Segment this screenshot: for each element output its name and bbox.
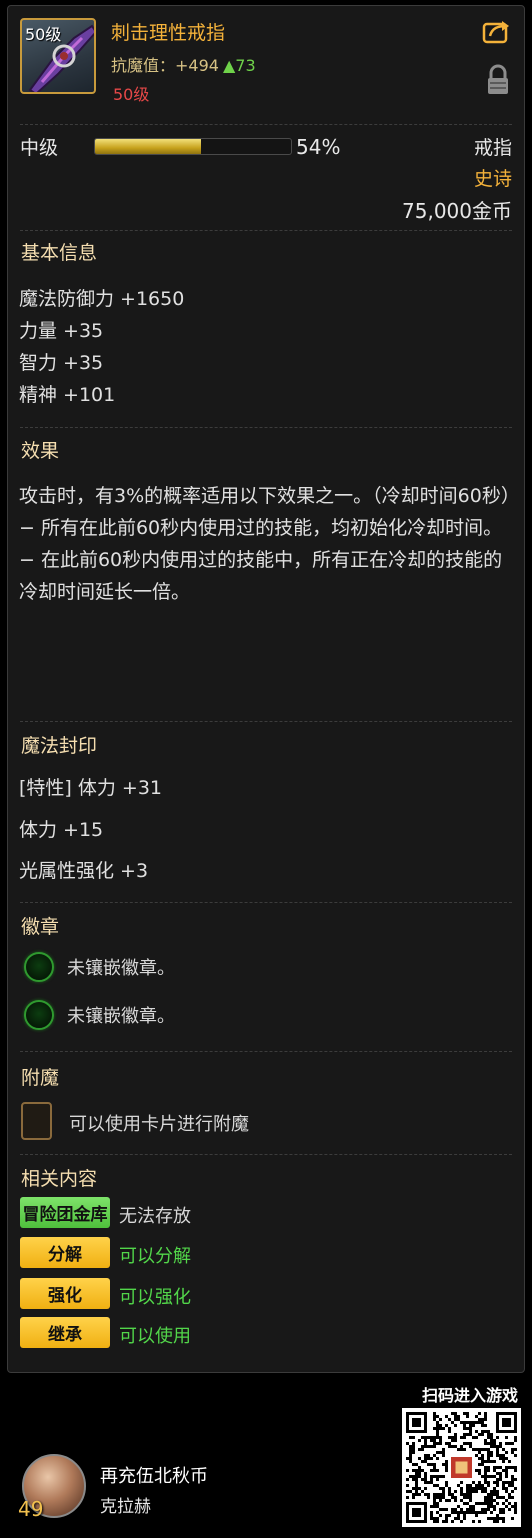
divider xyxy=(20,1051,512,1052)
divider xyxy=(20,427,512,428)
divider xyxy=(20,1154,512,1155)
emblem-slot-row[interactable]: 未镶嵌徽章。 xyxy=(24,1000,175,1030)
emblem-slot-icon xyxy=(24,1000,54,1030)
emblem-title: 徽章 xyxy=(21,916,60,938)
stat-line: 精神 +101 xyxy=(19,384,116,406)
item-name: 刺击理性戒指 xyxy=(111,22,226,44)
item-tooltip-panel: 50级 刺击理性戒指 抗魔值：+494 ▲73 50级 中级 54% 戒指 史诗 … xyxy=(7,5,525,1373)
ring-item-icon: 50级 xyxy=(20,18,96,94)
emblem-slot-text: 未镶嵌徽章。 xyxy=(67,958,175,979)
effect-description: 攻击时，有3%的概率适用以下效果之一。（冷却时间60秒） − 所有在此前60秒内… xyxy=(19,480,520,608)
related-value: 可以使用 xyxy=(119,1326,191,1347)
enchant-title: 附魔 xyxy=(21,1067,60,1089)
grade-percent: 54% xyxy=(296,135,341,159)
grade-progress-fill xyxy=(95,139,201,154)
related-tag: 继承 xyxy=(20,1317,110,1348)
emblem-slot-row[interactable]: 未镶嵌徽章。 xyxy=(24,952,175,982)
related-value: 无法存放 xyxy=(119,1206,191,1227)
related-title: 相关内容 xyxy=(21,1168,98,1190)
lock-icon[interactable] xyxy=(486,64,510,96)
related-value: 可以分解 xyxy=(119,1246,191,1267)
related-tag: 强化 xyxy=(20,1278,110,1309)
avatar-level: 49 xyxy=(18,1497,44,1521)
grade-label: 中级 xyxy=(20,137,59,159)
effect-title: 效果 xyxy=(21,440,60,462)
enchant-card-slot[interactable] xyxy=(21,1102,52,1140)
divider xyxy=(20,230,512,231)
stat-line: 力量 +35 xyxy=(19,320,104,342)
player-name: 再充伍北秋币 xyxy=(100,1466,208,1487)
seal-stat: 体力 +15 xyxy=(19,819,104,841)
server-name: 克拉赫 xyxy=(100,1497,151,1517)
resist-value: 抗魔值：+494 ▲73 xyxy=(111,52,256,76)
resist-label: 抗魔值： xyxy=(111,56,176,75)
related-tag: 分解 xyxy=(20,1237,110,1268)
effect-line: − 在此前60秒内使用过的技能中，所有正在冷却的技能的冷却时间延长一倍。 xyxy=(19,549,503,603)
enchant-text: 可以使用卡片进行附魔 xyxy=(69,1114,249,1135)
stat-line: 魔法防御力 +1650 xyxy=(19,288,185,310)
item-level-badge: 50级 xyxy=(25,25,62,44)
basic-info-title: 基本信息 xyxy=(21,242,98,264)
divider xyxy=(20,124,512,125)
divider xyxy=(20,902,512,903)
seal-stat: [特性] 体力 +31 xyxy=(19,777,163,799)
related-value: 可以强化 xyxy=(119,1287,191,1308)
seal-stat: 光属性强化 +3 xyxy=(19,860,149,882)
related-tag: 冒险团金库 xyxy=(20,1197,110,1228)
share-icon[interactable] xyxy=(482,18,512,44)
magic-seal-title: 魔法封印 xyxy=(21,735,98,757)
resist-delta: ▲73 xyxy=(222,56,256,75)
resist-number: +494 xyxy=(175,56,219,75)
effect-line: − 所有在此前60秒内使用过的技能，均初始化冷却时间。 xyxy=(19,517,503,539)
qr-code[interactable] xyxy=(402,1408,521,1527)
emblem-slot-icon xyxy=(24,952,54,982)
stat-line: 智力 +35 xyxy=(19,352,104,374)
required-level: 50级 xyxy=(113,85,150,104)
qr-caption: 扫码进入游戏 xyxy=(421,1386,518,1405)
effect-line: 攻击时，有3%的概率适用以下效果之一。（冷却时间60秒） xyxy=(19,485,520,507)
qr-code-icon xyxy=(406,1412,517,1523)
emblem-slot-text: 未镶嵌徽章。 xyxy=(67,1006,175,1027)
item-type: 戒指 xyxy=(473,137,512,159)
item-price: 75,000金币 xyxy=(402,199,512,223)
divider xyxy=(20,721,512,722)
item-rarity: 史诗 xyxy=(473,168,512,190)
grade-progress-bar xyxy=(94,138,292,155)
